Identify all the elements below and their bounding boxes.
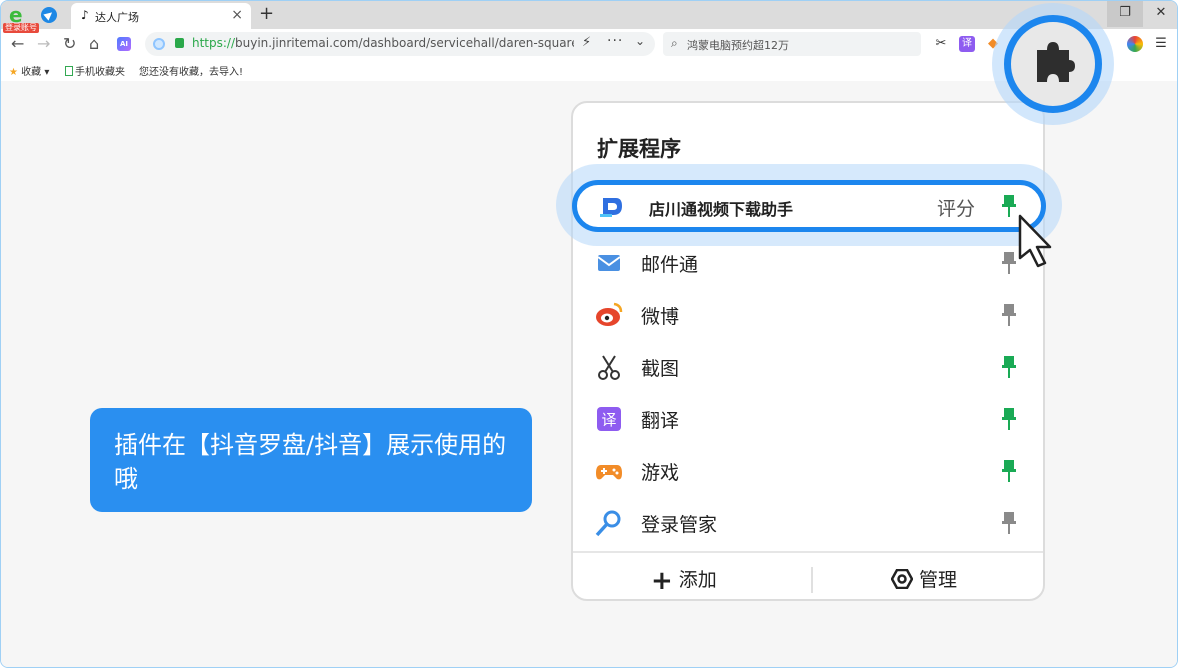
panel-footer: + 添加 管理 [573, 551, 1043, 599]
extension-name: 微博 [641, 306, 680, 328]
info-callout: 插件在【抖音罗盘/抖音】展示使用的哦 [90, 408, 532, 512]
search-icon: ⌕ [671, 36, 678, 50]
pin-icon[interactable] [1001, 407, 1017, 431]
extension-item[interactable]: 微博 [595, 295, 1025, 335]
manage-label: 管理 [919, 569, 958, 591]
url-protocol: https:// [192, 36, 236, 50]
mail-icon [597, 255, 621, 271]
pin-icon[interactable] [1001, 303, 1017, 327]
more-options-icon[interactable]: ··· [607, 33, 623, 49]
star-icon: ★ [9, 67, 18, 78]
profile-icon[interactable] [1127, 36, 1143, 52]
svg-text:译: 译 [601, 411, 616, 429]
tiktok-icon: ♪ [81, 8, 89, 22]
browser-logo[interactable]: e 登录账号 [3, 3, 39, 33]
footer-divider [811, 567, 813, 593]
pin-icon[interactable] [1001, 511, 1017, 535]
scissors-icon [598, 355, 620, 380]
extensions-button[interactable] [1004, 15, 1102, 113]
tab-bar: e 登录账号 ♪ 达人广场 × + ❐ ✕ [1, 1, 1177, 33]
pin-icon[interactable] [1001, 355, 1017, 379]
search-query: 鸿蒙电脑预约超12万 [687, 39, 789, 52]
extension-item[interactable]: 译 翻译 [595, 399, 1025, 439]
ai-assistant-icon[interactable]: AI [117, 37, 131, 51]
close-window-button[interactable]: ✕ [1143, 1, 1177, 27]
rate-link[interactable]: 评分 [937, 194, 975, 221]
security-shield-icon [153, 38, 165, 50]
pin-icon[interactable] [1001, 459, 1017, 483]
extension-item-highlighted[interactable]: 店川通视频下载助手 评分 [572, 180, 1046, 232]
restore-window-button[interactable]: ❐ [1107, 1, 1143, 27]
add-extension-button[interactable]: + 添加 [651, 565, 717, 596]
mobile-icon [65, 66, 73, 76]
panel-title: 扩展程序 [597, 137, 681, 161]
puzzle-icon [1037, 42, 1075, 82]
new-tab-button[interactable]: + [259, 3, 274, 24]
extension-name: 邮件通 [641, 254, 699, 276]
tab-daren-square[interactable]: ♪ 达人广场 × [71, 3, 251, 29]
forward-icon[interactable]: → [37, 34, 50, 53]
extension-item[interactable]: 邮件通 [595, 243, 1025, 283]
search-box[interactable]: ⌕ 鸿蒙电脑预约超12万 [663, 32, 921, 56]
bookmark-import-hint[interactable]: 您还没有收藏，去导入! [139, 63, 243, 78]
download-helper-icon [600, 198, 622, 217]
url-rest: buyin.jinritemai.com/dashboard/serviceha… [235, 36, 574, 50]
extension-name: 登录管家 [641, 514, 718, 536]
tab-title: 达人广场 [95, 11, 139, 24]
url-text[interactable]: https://buyin.jinritemai.com/dashboard/s… [192, 36, 574, 50]
extension-name: 翻译 [641, 410, 680, 432]
reload-icon[interactable]: ↻ [63, 34, 76, 53]
extension-item[interactable]: 登录管家 [595, 503, 1025, 543]
telegram-pinned-tab-icon[interactable] [41, 7, 57, 23]
speed-mode-icon[interactable]: ⚡ [582, 35, 591, 50]
tab-close-icon[interactable]: × [231, 7, 243, 23]
menu-icon[interactable]: ☰ [1153, 36, 1169, 52]
translate-toolbar-icon[interactable]: 译 [959, 36, 975, 52]
chevron-down-icon[interactable]: ⌄ [635, 34, 645, 48]
add-label: 添加 [678, 569, 717, 591]
bookmark-favorites[interactable]: ★ 收藏 ▾ [9, 63, 49, 78]
login-badge[interactable]: 登录账号 [3, 23, 39, 33]
extension-name: 游戏 [641, 462, 680, 484]
extension-item[interactable]: 截图 [595, 347, 1025, 387]
plus-icon: + [651, 566, 673, 596]
back-icon[interactable]: ← [11, 34, 24, 53]
extension-name: 截图 [641, 358, 680, 380]
bookmark-mobile[interactable]: 手机收藏夹 [65, 63, 125, 78]
bookmark-favorites-label: 收藏 [21, 67, 42, 78]
bookmark-mobile-label: 手机收藏夹 [75, 67, 125, 78]
hexagon-gear-icon [890, 568, 914, 590]
address-bar[interactable]: https://buyin.jinritemai.com/dashboard/s… [145, 32, 655, 56]
manage-extensions-button[interactable]: 管理 [890, 565, 958, 592]
lock-icon [175, 38, 184, 48]
scissors-toolbar-icon[interactable]: ✂ [933, 36, 949, 52]
extension-name: 店川通视频下载助手 [649, 200, 794, 219]
translate-icon: 译 [597, 407, 621, 431]
home-icon[interactable]: ⌂ [89, 34, 99, 53]
key-icon [595, 510, 621, 537]
gamepad-icon [596, 465, 622, 480]
extension-item[interactable]: 游戏 [595, 451, 1025, 491]
weibo-icon [596, 302, 623, 326]
cursor-icon [1018, 214, 1052, 268]
